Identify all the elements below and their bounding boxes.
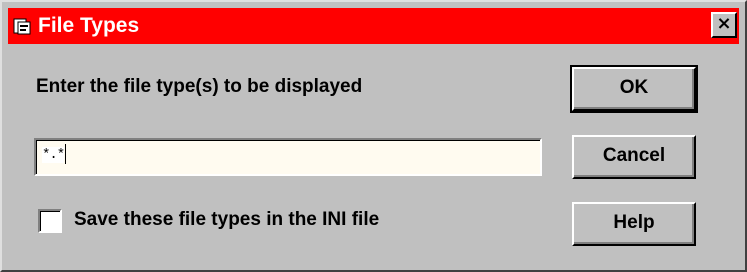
close-button[interactable]: × <box>711 12 737 38</box>
save-file-types-label: Save these file types in the INI file <box>74 209 380 230</box>
save-file-types-checkbox[interactable] <box>38 209 62 233</box>
cancel-button[interactable]: Cancel <box>572 135 696 179</box>
title-bar[interactable]: File Types × <box>8 8 739 44</box>
file-type-prompt: Enter the file type(s) to be displayed <box>36 76 363 97</box>
ok-button[interactable]: OK <box>570 65 698 113</box>
close-icon: × <box>716 13 732 34</box>
text-caret <box>65 144 67 164</box>
help-button[interactable]: Help <box>572 202 696 246</box>
file-type-value: *.* <box>42 146 65 163</box>
window-title: File Types <box>38 14 140 37</box>
file-types-dialog: File Types × Enter the file type(s) to b… <box>0 0 747 272</box>
file-type-input[interactable]: *.* <box>34 138 542 176</box>
folder-app-icon <box>12 16 32 36</box>
